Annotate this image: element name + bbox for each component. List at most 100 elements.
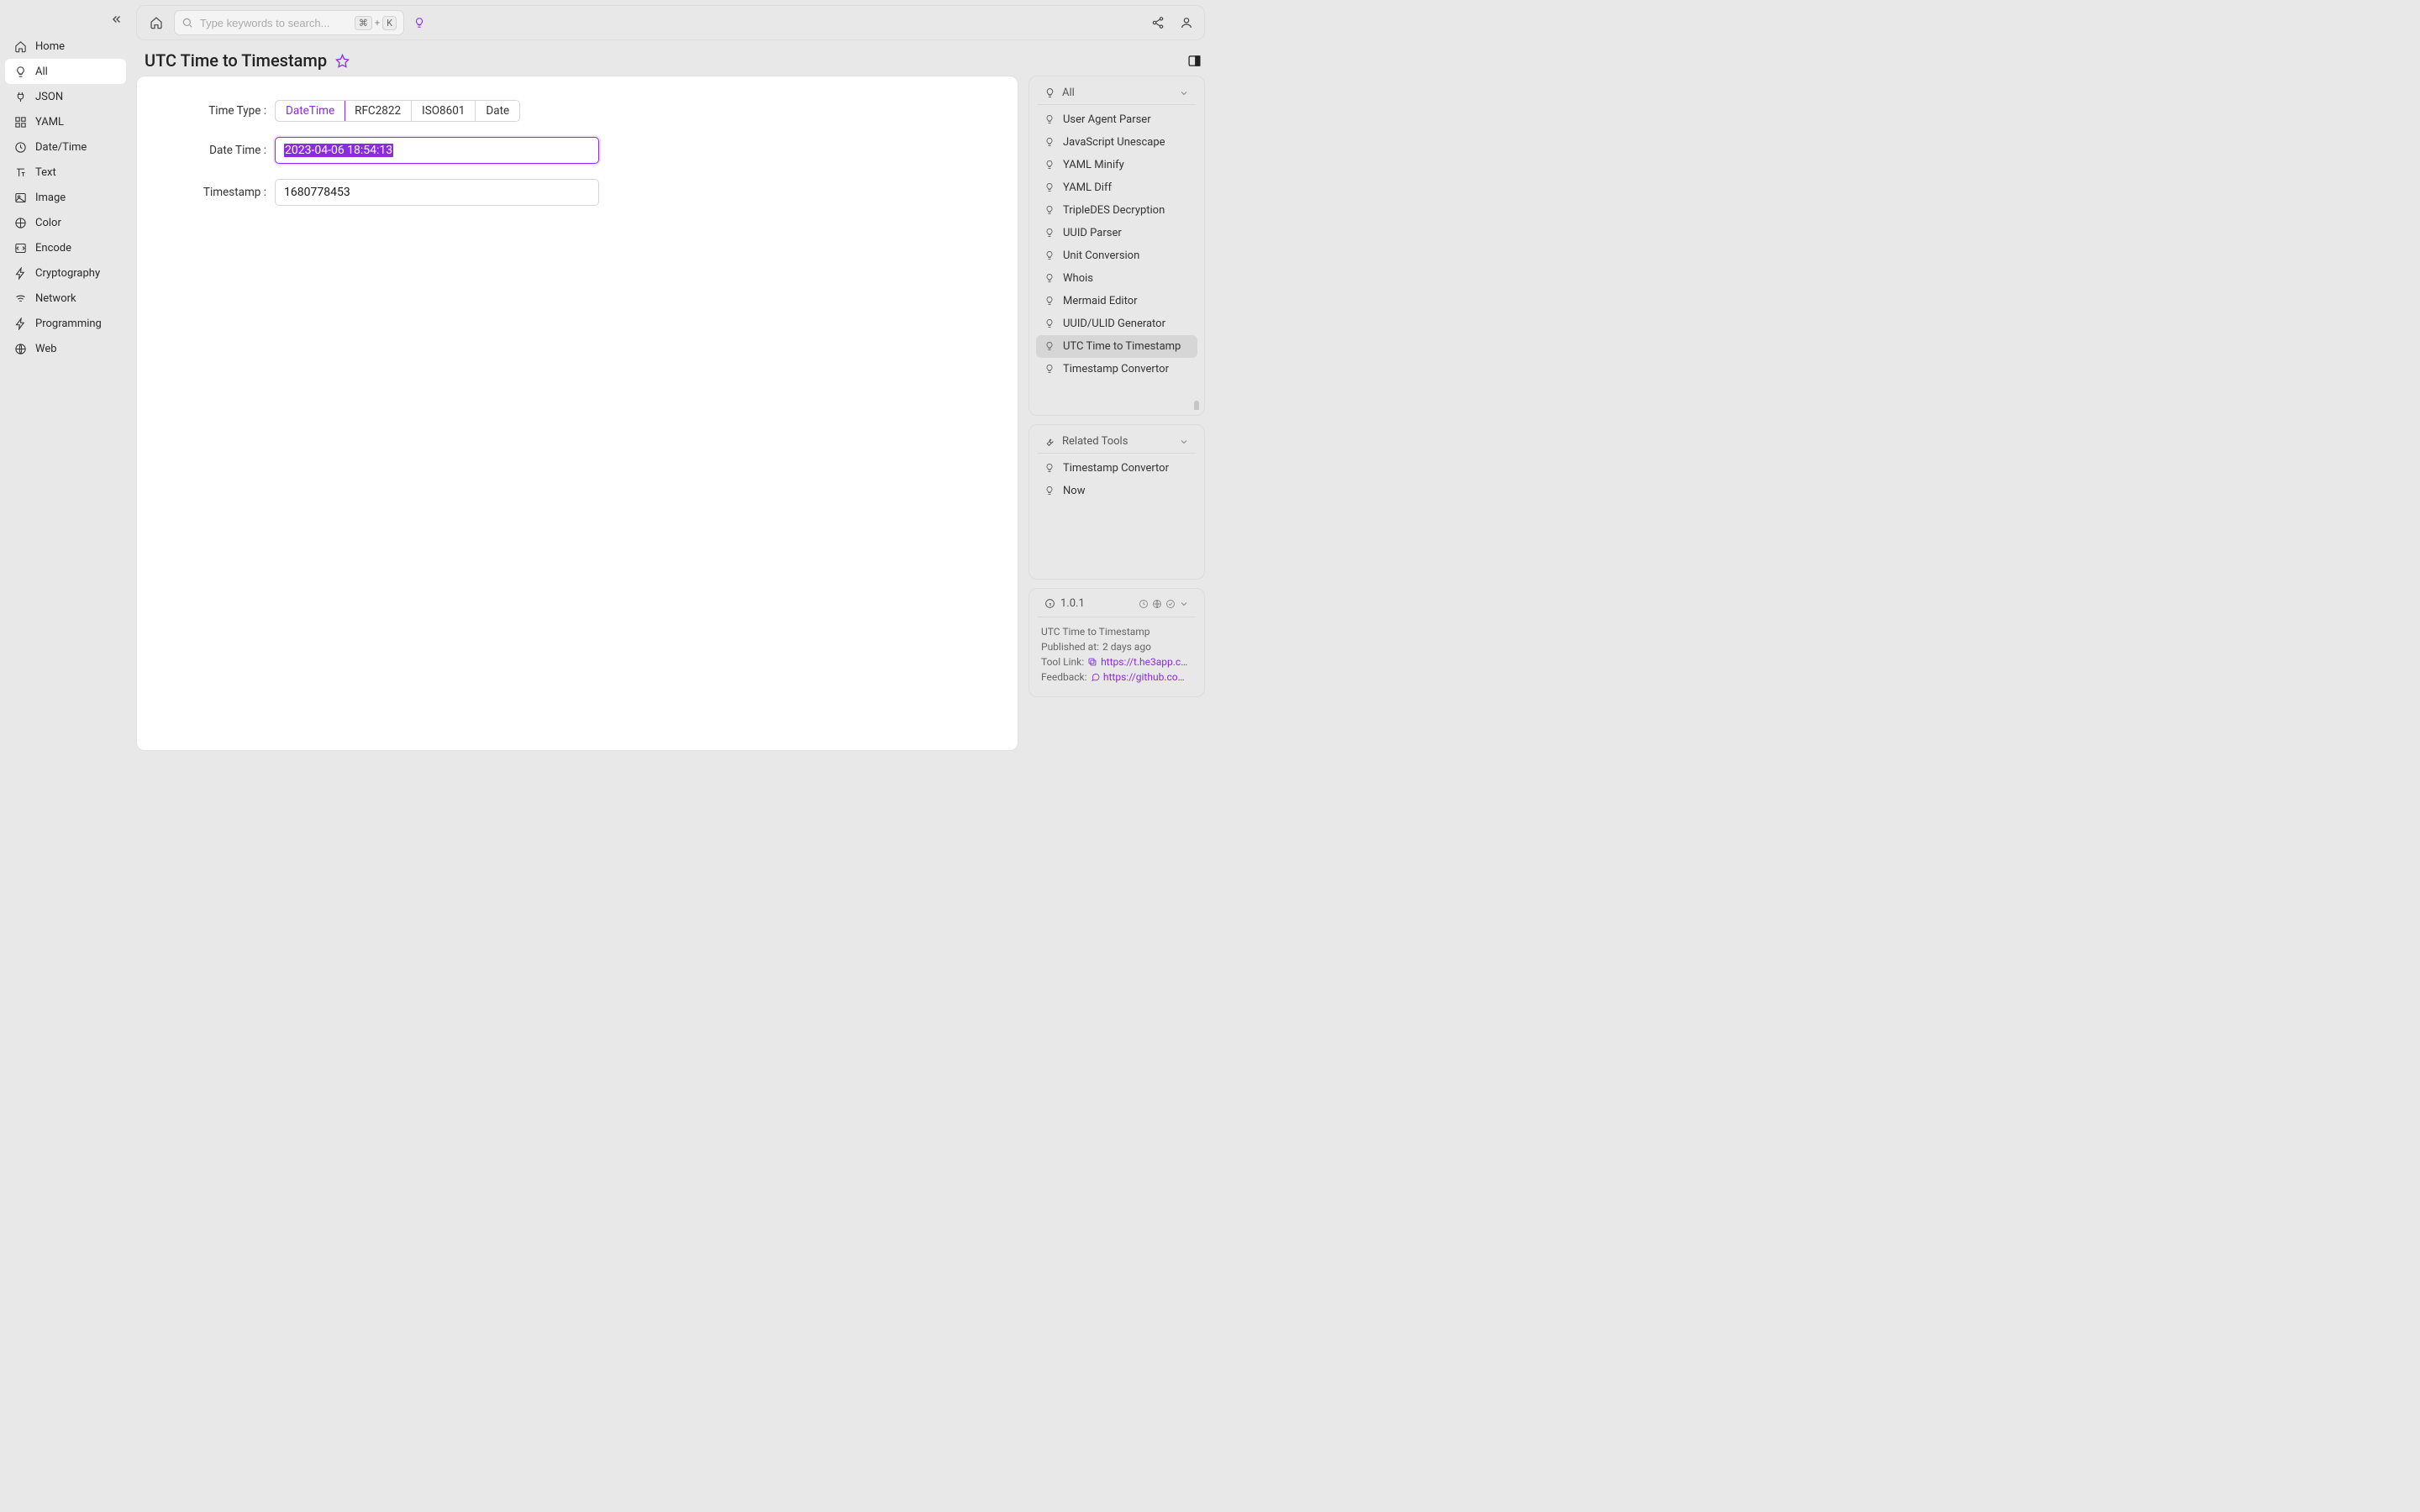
- time-type-segmented[interactable]: DateTimeRFC2822ISO8601Date: [275, 100, 520, 122]
- tool-link[interactable]: https://t.he3app.co…: [1101, 656, 1192, 668]
- sidebar-item-label: Programming: [35, 318, 102, 330]
- home-button[interactable]: [145, 12, 167, 34]
- date-time-input[interactable]: 2023-04-06 18:54:13: [275, 137, 599, 164]
- tool-item-label: User Agent Parser: [1063, 113, 1151, 126]
- tool-item[interactable]: YAML Minify: [1036, 154, 1197, 176]
- share-button[interactable]: [1149, 13, 1167, 32]
- favorite-button[interactable]: [335, 54, 350, 68]
- version-label: 1.0.1: [1060, 597, 1085, 610]
- bulb-icon: [1044, 114, 1056, 126]
- tool-item-label: TripleDES Decryption: [1063, 204, 1165, 217]
- sidebar-item-color[interactable]: Color: [5, 210, 126, 235]
- tool-item-label: Unit Conversion: [1063, 249, 1139, 262]
- hint-button[interactable]: [411, 14, 428, 31]
- sidebar-item-label: Text: [35, 166, 56, 179]
- sidebar-item-yaml[interactable]: YAML: [5, 109, 126, 134]
- related-item-label: Now: [1063, 485, 1085, 497]
- sidebar: Home All JSON YAMLDate/Time Text Image ColorEn…: [0, 0, 131, 756]
- tool-item-label: YAML Diff: [1063, 181, 1112, 194]
- sidebar-item-image[interactable]: Image: [5, 185, 126, 210]
- all-tools-header[interactable]: All: [1038, 81, 1196, 105]
- tool-item[interactable]: YAML Diff: [1036, 176, 1197, 199]
- sidebar-item-json[interactable]: JSON: [5, 84, 126, 109]
- grid-icon: [13, 115, 27, 129]
- bulb-icon: [1044, 273, 1056, 285]
- encode-icon: [13, 241, 27, 255]
- bulb-icon: [1044, 137, 1056, 149]
- tool-item[interactable]: User Agent Parser: [1036, 108, 1197, 131]
- related-tools-list: Timestamp Convertor Now: [1034, 457, 1199, 502]
- tool-item[interactable]: Mermaid Editor: [1036, 290, 1197, 312]
- sidebar-item-label: Home: [35, 40, 65, 53]
- tool-item[interactable]: TripleDES Decryption: [1036, 199, 1197, 222]
- scrollbar-thumb[interactable]: [1194, 401, 1199, 410]
- sidebar-item-label: JSON: [35, 91, 63, 103]
- check-circle-icon: [1165, 599, 1176, 609]
- related-item[interactable]: Timestamp Convertor: [1036, 457, 1197, 480]
- tool-item-label: UUID/ULID Generator: [1063, 318, 1165, 330]
- main-panel: ⌘ + K UTC Time to Timestamp: [131, 0, 1210, 756]
- tool-item-label: JavaScript Unescape: [1063, 136, 1165, 149]
- sidebar-item-web[interactable]: Web: [5, 336, 126, 361]
- timestamp-label: Timestamp: [167, 186, 266, 199]
- sidebar-item-label: Cryptography: [35, 267, 100, 280]
- bulb-icon: [1044, 205, 1056, 217]
- copy-icon[interactable]: [1087, 657, 1097, 667]
- time-type-option-iso8601[interactable]: ISO8601: [412, 101, 476, 121]
- tool-item-label: Mermaid Editor: [1063, 295, 1138, 307]
- sidebar-item-label: Network: [35, 292, 76, 305]
- sidebar-item-encode[interactable]: Encode: [5, 235, 126, 260]
- sidebar-item-cryptography[interactable]: Cryptography: [5, 260, 126, 286]
- bulb-icon: [13, 65, 27, 78]
- search-box[interactable]: ⌘ + K: [174, 10, 404, 35]
- related-item-label: Timestamp Convertor: [1063, 462, 1169, 475]
- home-icon: [13, 39, 27, 53]
- tool-item[interactable]: UTC Time to Timestamp: [1036, 335, 1197, 358]
- bulb-icon: [1044, 228, 1056, 239]
- timestamp-input[interactable]: 1680778453: [275, 179, 599, 206]
- chevron-down-icon: [1179, 88, 1189, 98]
- tool-item[interactable]: Unit Conversion: [1036, 244, 1197, 267]
- tool-item[interactable]: UUID Parser: [1036, 222, 1197, 244]
- related-item[interactable]: Now: [1036, 480, 1197, 502]
- info-icon: [1044, 598, 1055, 609]
- sidebar-item-all[interactable]: All: [5, 59, 126, 84]
- right-panel: All User Agent Parser JavaScript Unescape…: [1028, 76, 1205, 751]
- tool-link-label: Tool Link:: [1041, 656, 1084, 668]
- sidebar-item-network[interactable]: Network: [5, 286, 126, 311]
- tool-item-label: Whois: [1063, 272, 1093, 285]
- time-type-option-datetime[interactable]: DateTime: [275, 100, 345, 122]
- bulb-icon: [1044, 296, 1056, 307]
- date-time-label: Date Time: [167, 144, 266, 157]
- bulb-icon: [1044, 486, 1056, 497]
- tool-item[interactable]: JavaScript Unescape: [1036, 131, 1197, 154]
- sidebar-item-label: Image: [35, 192, 66, 204]
- all-tools-list[interactable]: User Agent Parser JavaScript Unescape YAML…: [1034, 108, 1199, 410]
- bolt-icon: [13, 266, 27, 280]
- time-type-option-date[interactable]: Date: [476, 101, 519, 121]
- wifi-icon: [13, 291, 27, 305]
- chat-icon: [1091, 672, 1100, 682]
- sidebar-item-date-time[interactable]: Date/Time: [5, 134, 126, 160]
- sidebar-item-text[interactable]: Text: [5, 160, 126, 185]
- search-shortcut: ⌘ + K: [355, 16, 397, 30]
- sidebar-item-programming[interactable]: Programming: [5, 311, 126, 336]
- tool-item[interactable]: Timestamp Convertor: [1036, 358, 1197, 381]
- feedback-link[interactable]: https://github.com/…: [1103, 671, 1192, 683]
- tool-item-label: YAML Minify: [1063, 159, 1124, 171]
- chevron-down-icon[interactable]: [1179, 599, 1189, 609]
- collapse-sidebar-button[interactable]: [109, 12, 124, 27]
- time-type-option-rfc2822[interactable]: RFC2822: [345, 101, 412, 121]
- toggle-right-panel-button[interactable]: [1187, 54, 1202, 68]
- account-button[interactable]: [1177, 13, 1196, 32]
- search-input[interactable]: [200, 17, 348, 29]
- info-tool-name: UTC Time to Timestamp: [1041, 626, 1192, 638]
- tool-item[interactable]: Whois: [1036, 267, 1197, 290]
- tool-item-label: UTC Time to Timestamp: [1063, 340, 1181, 353]
- search-icon: [182, 17, 193, 29]
- sidebar-item-home[interactable]: Home: [5, 34, 126, 59]
- related-tools-header[interactable]: Related Tools: [1038, 430, 1196, 454]
- sidebar-item-label: All: [35, 66, 48, 78]
- tool-info-card: 1.0.1 UTC Time to Timestamp Published at…: [1028, 588, 1205, 697]
- tool-item[interactable]: UUID/ULID Generator: [1036, 312, 1197, 335]
